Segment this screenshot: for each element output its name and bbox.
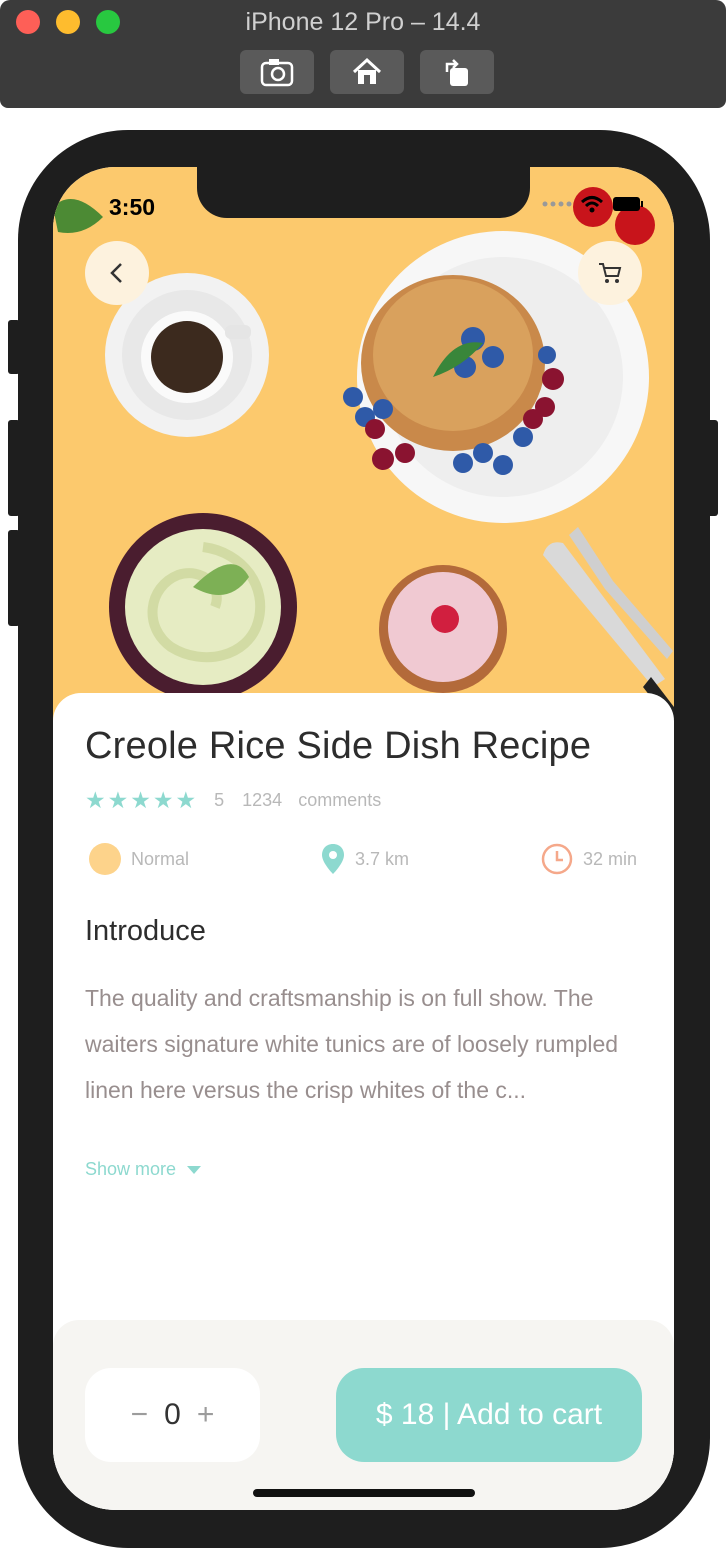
duration-info: 32 min: [541, 843, 637, 875]
star-icon: ★: [130, 787, 151, 813]
simulator-title: iPhone 12 Pro – 14.4: [245, 8, 481, 36]
chevron-left-icon: [110, 263, 122, 283]
star-icon: ★: [152, 787, 174, 813]
home-button[interactable]: [330, 50, 404, 94]
food-illustration: [53, 187, 674, 727]
add-to-cart-button[interactable]: $ 18 | Add to cart: [336, 1368, 642, 1462]
difficulty-dot-icon: [89, 843, 121, 875]
comment-count: 1234: [242, 790, 283, 810]
duration-label: 32 min: [583, 848, 638, 869]
rating-row: ★ ★ ★ ★ ★ 5 1234 comments: [85, 789, 381, 812]
show-more-label: Show more: [85, 1159, 177, 1179]
status-time: 3:50: [109, 194, 156, 220]
quantity-stepper: − 0 +: [85, 1368, 260, 1462]
distance-info: 3.7 km: [321, 843, 409, 875]
rating-value: 5: [214, 790, 225, 810]
battery-icon: [613, 197, 643, 211]
recipe-hero-image: 3:50: [53, 167, 674, 727]
status-indicators: [542, 195, 644, 213]
star-icon: ★: [85, 787, 106, 813]
location-pin-icon: [322, 844, 344, 874]
star-icon: ★: [175, 787, 197, 813]
intro-heading: Introduce: [85, 915, 206, 947]
distance-label: 3.7 km: [355, 848, 410, 869]
comments-link[interactable]: comments: [298, 790, 381, 811]
home-indicator[interactable]: [253, 1489, 475, 1497]
clock-icon: [541, 843, 573, 875]
difficulty-label: Normal: [131, 848, 190, 869]
intro-text: The quality and craftsmanship is on full…: [85, 985, 619, 1103]
difficulty-info: Normal: [89, 843, 189, 875]
rotate-icon: [445, 59, 468, 86]
recipe-title: Creole Rice Side Dish Recipe: [85, 725, 592, 767]
signal-icon: [542, 201, 572, 207]
back-button[interactable]: [85, 241, 149, 305]
shopping-cart-icon: [599, 263, 622, 283]
caret-down-icon: [187, 1165, 202, 1174]
quantity-value: 0: [164, 1398, 181, 1431]
star-icon: ★: [107, 787, 129, 813]
increase-quantity-button[interactable]: +: [197, 1398, 215, 1432]
rotate-button[interactable]: [420, 50, 494, 94]
screenshot-button[interactable]: [240, 50, 314, 94]
star-rating: ★ ★ ★ ★ ★: [85, 789, 196, 812]
purchase-bar: − 0 + $ 18 | Add to cart: [53, 1320, 674, 1510]
cart-button[interactable]: [578, 241, 642, 305]
phone-screen: 3:50 Creole Rice Side Dish Recipe ★ ★ ★ …: [53, 167, 674, 1510]
decrease-quantity-button[interactable]: −: [131, 1398, 149, 1432]
wifi-icon: [580, 196, 604, 213]
device-notch: [197, 167, 530, 218]
camera-icon: [260, 59, 294, 87]
simulator-titlebar: iPhone 12 Pro – 14.4: [0, 0, 726, 108]
show-more-button[interactable]: Show more: [85, 1159, 202, 1180]
home-icon: [352, 57, 382, 84]
